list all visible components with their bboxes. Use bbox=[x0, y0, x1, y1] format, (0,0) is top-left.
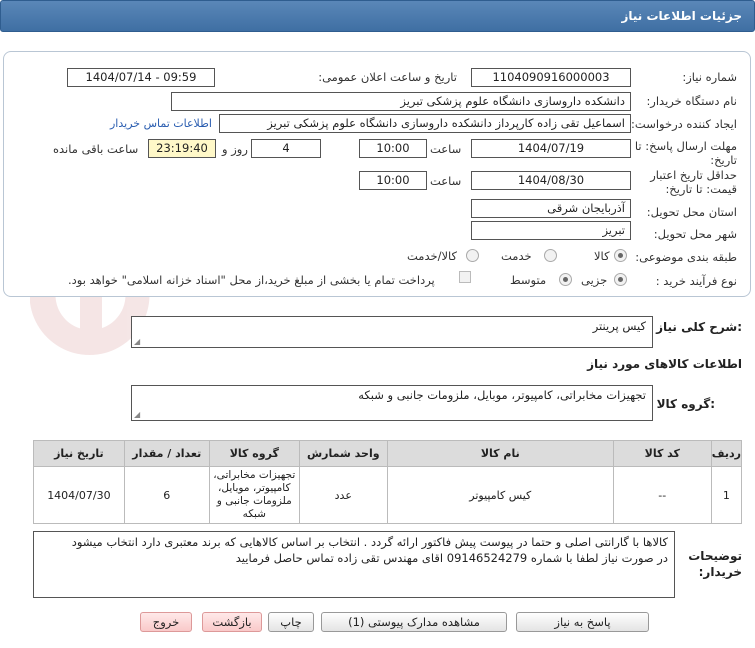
category-option-service: خدمت bbox=[501, 249, 532, 263]
category-option-goods-service: کالا/خدمت bbox=[407, 249, 458, 263]
treasury-checkbox[interactable] bbox=[459, 271, 471, 283]
buyer-notes-field: کالاها با گارانتی اصلی و حتما در پیوست پ… bbox=[33, 531, 675, 598]
announce-field: 1404/07/14 - 09:59 bbox=[67, 68, 215, 87]
city-field: تبریز bbox=[471, 221, 631, 240]
resize-grip-icon[interactable]: ◢ bbox=[134, 337, 140, 346]
goods-group-value: تجهیزات مخابراتی، کامپیوتر، موبایل، ملزو… bbox=[358, 388, 646, 402]
summary-value: کیس پرینتر bbox=[592, 319, 646, 333]
days-field: 4 bbox=[251, 139, 321, 158]
need-number-label: شماره نیاز: bbox=[682, 70, 737, 84]
cell-qty: 6 bbox=[123, 466, 210, 524]
process-radio-minor[interactable] bbox=[614, 273, 627, 286]
remaining-label: ساعت باقی مانده bbox=[53, 142, 139, 156]
cell-row: 1 bbox=[710, 466, 743, 524]
col-row: ردیف bbox=[710, 440, 743, 467]
category-radio-goods[interactable] bbox=[614, 249, 627, 262]
summary-label: شرح کلی نیاز: bbox=[656, 320, 742, 334]
items-table: ردیف کد کالا نام کالا واحد شمارش گروه کا… bbox=[33, 440, 743, 524]
deadline-date-field: 1404/07/19 bbox=[471, 139, 631, 158]
buyer-contact-link[interactable]: اطلاعات تماس خریدار bbox=[110, 117, 212, 130]
validity-time-field: 10:00 bbox=[359, 171, 427, 190]
treasury-note: پرداخت تمام یا بخشی از مبلغ خرید،از محل … bbox=[68, 273, 435, 287]
city-label: شهر محل تحویل: bbox=[653, 227, 737, 241]
buyer-org-field: دانشکده داروسازی دانشگاه علوم پزشکی تبری… bbox=[171, 92, 631, 111]
process-label: نوع فرآیند خرید : bbox=[655, 274, 737, 288]
buyer-notes-line-2: در صورت نیاز لطفا با شماره 09146524279 ا… bbox=[235, 551, 668, 565]
col-date: تاریخ نیاز bbox=[33, 440, 125, 467]
process-radio-medium[interactable] bbox=[559, 273, 572, 286]
col-qty: تعداد / مقدار bbox=[123, 440, 210, 467]
cell-unit: عدد bbox=[298, 466, 388, 524]
cell-date: 1404/07/30 bbox=[33, 466, 125, 524]
cell-code: -- bbox=[612, 466, 712, 524]
validity-time-label: ساعت bbox=[430, 174, 462, 188]
summary-field: کیس پرینتر ◢ bbox=[131, 316, 653, 348]
days-label: روز و bbox=[222, 142, 248, 156]
deadline-time-label: ساعت bbox=[430, 142, 462, 156]
buyer-org-label: نام دستگاه خریدار: bbox=[646, 94, 737, 108]
deadline-time-field: 10:00 bbox=[359, 139, 427, 158]
goods-group-label: گروه کالا: bbox=[656, 397, 715, 411]
creator-label: ایجاد کننده درخواست: bbox=[631, 117, 737, 131]
col-code: کد کالا bbox=[612, 440, 712, 467]
buyer-notes-label: توضیحات خریدار: bbox=[688, 549, 742, 579]
col-unit: واحد شمارش bbox=[298, 440, 388, 467]
remaining-time-field: 23:19:40 bbox=[148, 139, 216, 158]
category-radio-goods-service[interactable] bbox=[466, 249, 479, 262]
table-header-row: ردیف کد کالا نام کالا واحد شمارش گروه کا… bbox=[33, 440, 743, 467]
validity-label-2: قیمت: تا تاریخ: bbox=[665, 182, 737, 196]
validity-date-field: 1404/08/30 bbox=[471, 171, 631, 190]
cell-name: کیس کامپیوتر bbox=[386, 466, 614, 524]
deadline-label-1: مهلت ارسال پاسخ: تا bbox=[634, 139, 737, 153]
validity-label-1: حداقل تاریخ اعتبار bbox=[650, 168, 737, 182]
reply-button[interactable]: پاسخ به نیاز bbox=[516, 612, 649, 632]
attachments-button[interactable]: مشاهده مدارک پیوستی (1) bbox=[321, 612, 507, 632]
print-button[interactable]: چاپ bbox=[268, 612, 314, 632]
page-header: جزئیات اطلاعات نیاز bbox=[0, 0, 755, 32]
exit-button[interactable]: خروج bbox=[140, 612, 192, 632]
page-title: جزئیات اطلاعات نیاز bbox=[621, 9, 742, 23]
col-name: نام کالا bbox=[386, 440, 614, 467]
goods-group-field: تجهیزات مخابراتی، کامپیوتر، موبایل، ملزو… bbox=[131, 385, 653, 421]
announce-label: تاریخ و ساعت اعلان عمومی: bbox=[318, 70, 457, 84]
col-group: گروه کالا bbox=[208, 440, 300, 467]
table-row: 1 -- کیس کامپیوتر عدد تجهیزات مخابراتی، … bbox=[33, 466, 743, 524]
province-field: آذربایجان شرقی bbox=[471, 199, 631, 218]
resize-grip-icon[interactable]: ◢ bbox=[134, 410, 140, 419]
creator-field: اسماعیل تقی زاده کارپرداز دانشکده داروسا… bbox=[219, 114, 631, 133]
category-radio-service[interactable] bbox=[544, 249, 557, 262]
buyer-notes-line-1: کالاها با گارانتی اصلی و حتما در پیوست پ… bbox=[71, 535, 668, 549]
deadline-label-2: تاریخ: bbox=[710, 153, 737, 167]
category-option-goods: کالا bbox=[594, 249, 610, 263]
category-label: طبقه بندی موضوعی: bbox=[635, 250, 737, 264]
cell-group: تجهیزات مخابراتی، کامپیوتر، موبایل، ملزو… bbox=[208, 466, 300, 524]
goods-info-title: اطلاعات کالاهای مورد نیاز bbox=[587, 357, 742, 371]
back-button[interactable]: بازگشت bbox=[202, 612, 262, 632]
need-number-field: 1104090916000003 bbox=[471, 68, 631, 87]
process-option-minor: جزیی bbox=[581, 273, 608, 287]
province-label: استان محل تحویل: bbox=[646, 205, 737, 219]
process-option-medium: متوسط bbox=[510, 273, 547, 287]
